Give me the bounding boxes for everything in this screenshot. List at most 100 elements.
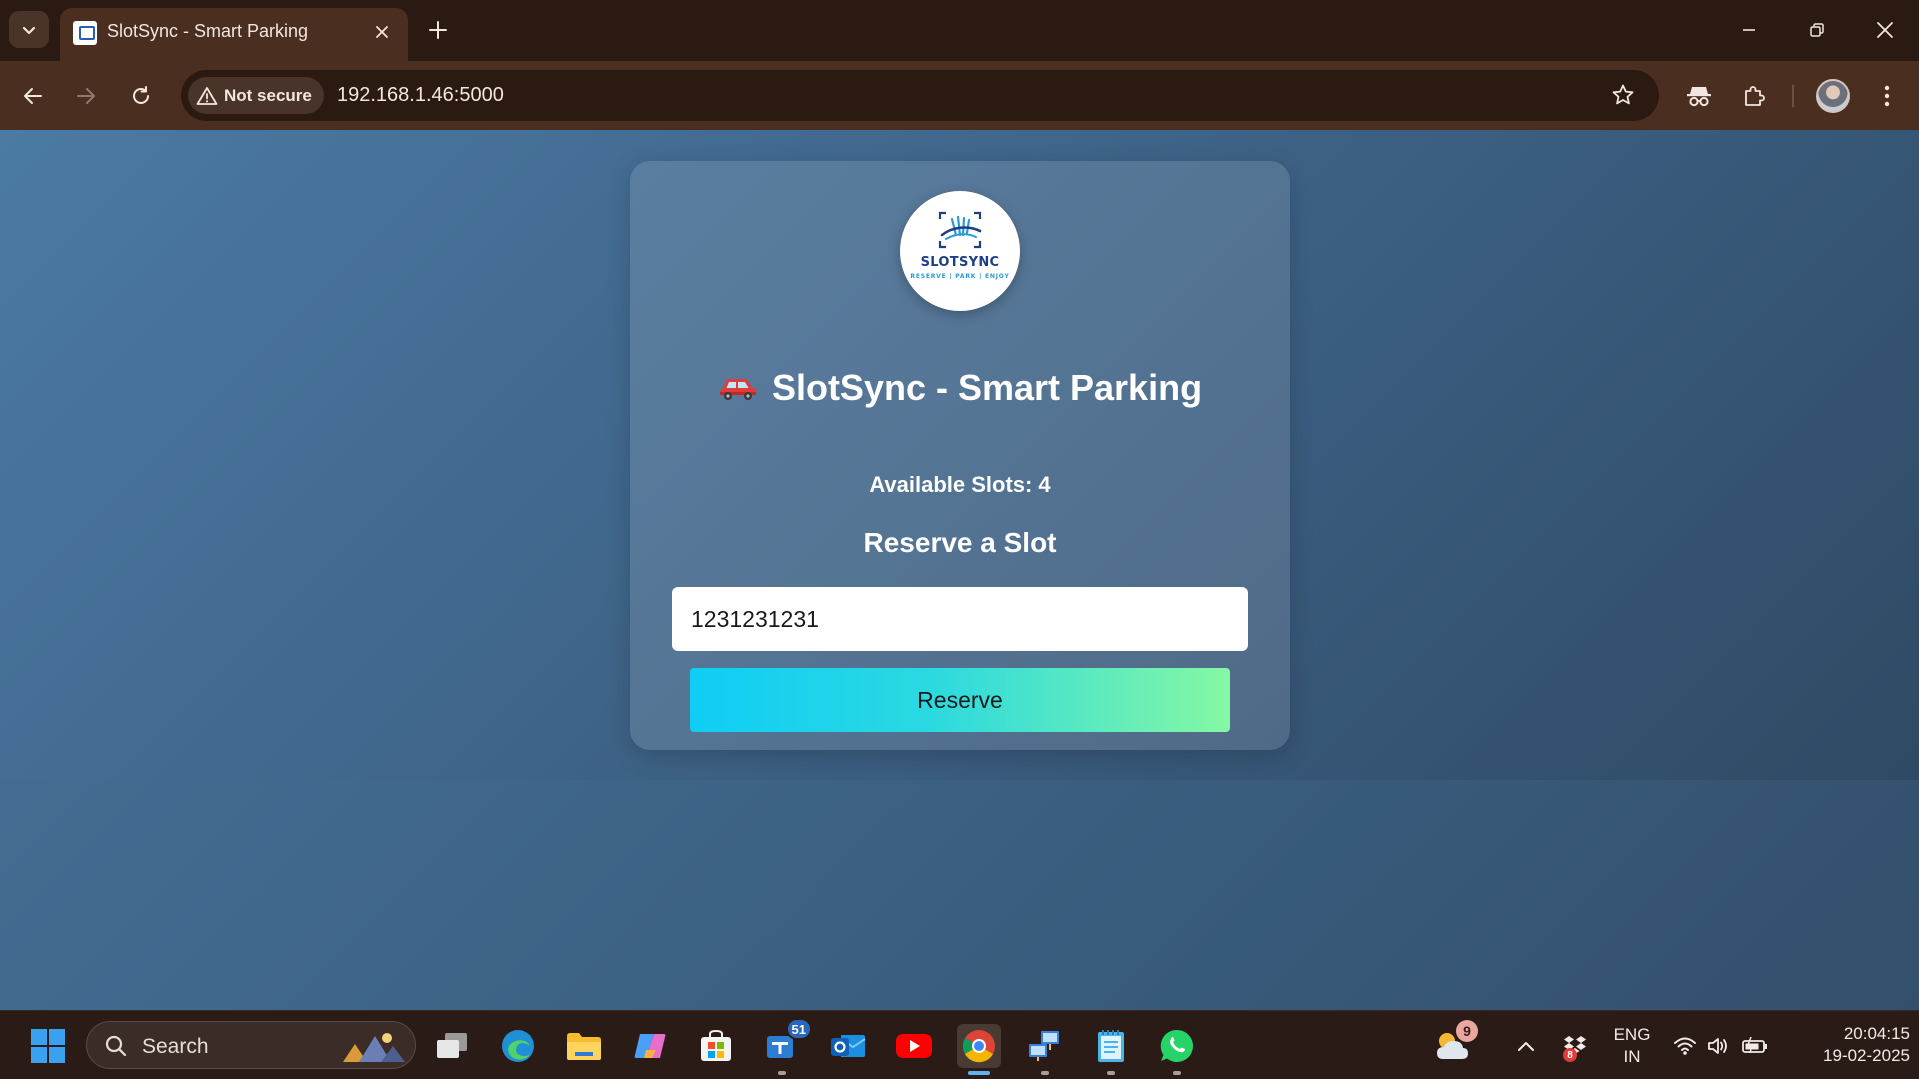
restore-icon [1810, 23, 1824, 37]
chevron-down-icon [22, 26, 36, 34]
reserve-button[interactable]: Reserve [690, 668, 1230, 732]
close-window-button[interactable] [1860, 10, 1910, 50]
tab-search-button[interactable] [9, 11, 49, 48]
browser-menu-button[interactable] [1868, 77, 1906, 115]
taskbar-file-explorer[interactable] [562, 1024, 606, 1068]
taskbar-chrome[interactable] [957, 1024, 1001, 1075]
edge-icon [502, 1030, 534, 1062]
running-indicator [1107, 1071, 1115, 1075]
weather-badge: 9 [1456, 1020, 1478, 1042]
region-label: IN [1623, 1047, 1641, 1066]
language-label: ENG [1613, 1025, 1651, 1044]
plus-icon [429, 21, 447, 39]
reserve-heading: Reserve a Slot [863, 527, 1057, 558]
active-indicator [968, 1071, 990, 1075]
clock[interactable]: 20:04:15 19-02-2025 [1790, 1023, 1910, 1067]
weather-widget[interactable]: 9 [1430, 1020, 1478, 1068]
taskbar-youtube[interactable] [892, 1024, 936, 1068]
notepad-icon [1098, 1030, 1124, 1062]
page-title-row: SlotSync - Smart Parking [630, 367, 1290, 409]
task-view-button[interactable] [430, 1024, 474, 1068]
more-vertical-icon [1884, 85, 1890, 107]
page-background: SLOTSYNC RESERVE | PARK | ENJOY SlotSync… [0, 130, 1919, 780]
page-viewport: SLOTSYNC RESERVE | PARK | ENJOY SlotSync… [0, 130, 1919, 1010]
taskbar-edge[interactable] [496, 1024, 540, 1068]
clock-date: 19-02-2025 [1823, 1046, 1910, 1065]
url-text[interactable]: 192.168.1.46:5000 [337, 84, 504, 107]
incognito-icon [1687, 87, 1711, 107]
language-indicator[interactable]: ENG IN [1604, 1024, 1660, 1068]
toolbar-separator [1792, 85, 1794, 107]
task-view-icon [437, 1033, 467, 1058]
restore-button[interactable] [1792, 10, 1842, 50]
youtube-icon [896, 1034, 932, 1058]
incognito-button[interactable] [1680, 77, 1718, 115]
tab-close-button[interactable] [370, 20, 394, 44]
taskbar-microsoft-store[interactable] [694, 1024, 738, 1068]
reload-icon [133, 86, 149, 104]
running-indicator [1041, 1071, 1049, 1075]
browser-tab-bar: SlotSync - Smart Parking [0, 0, 1919, 61]
clock-time: 20:04:15 [1843, 1024, 1910, 1043]
available-slots: Available Slots: 4 [630, 472, 1290, 498]
forward-button[interactable] [67, 77, 105, 115]
arrow-right-icon [77, 88, 95, 104]
show-hidden-icons-button[interactable] [1504, 1024, 1548, 1068]
tab-slotsync[interactable]: SlotSync - Smart Parking [60, 8, 408, 61]
taskbar-teams[interactable]: 51 [760, 1018, 812, 1075]
teams-badge: 51 [785, 1018, 812, 1040]
reload-button[interactable] [122, 77, 160, 115]
chevron-up-icon [1518, 1042, 1534, 1051]
available-slots-count: 4 [1038, 472, 1051, 497]
logo-mark-icon [938, 211, 982, 249]
taskbar-network-app[interactable] [1023, 1024, 1067, 1075]
browser-toolbar: Not secure 192.168.1.46:5000 [0, 61, 1919, 130]
arrow-left-icon [24, 88, 42, 104]
search-icon [105, 1035, 127, 1057]
chrome-icon [962, 1030, 995, 1063]
new-tab-button[interactable] [422, 14, 454, 46]
phone-number-input[interactable] [672, 587, 1248, 651]
running-indicator [1173, 1071, 1181, 1075]
tab-title: SlotSync - Smart Parking [107, 21, 309, 41]
battery-icon [1742, 1036, 1767, 1054]
taskbar-whatsapp[interactable] [1155, 1024, 1199, 1075]
copilot-icon [634, 1034, 666, 1058]
security-label: Not secure [224, 85, 312, 105]
taskbar-copilot[interactable] [628, 1024, 672, 1068]
puzzle-icon [1745, 86, 1765, 106]
site-favicon-icon [73, 21, 97, 45]
start-button[interactable] [26, 1024, 70, 1068]
close-icon [376, 26, 388, 38]
network-computer-icon [1029, 1031, 1059, 1061]
car-icon [719, 379, 756, 400]
address-bar[interactable]: Not secure 192.168.1.46:5000 [181, 70, 1659, 121]
extensions-button[interactable] [1735, 77, 1773, 115]
reservation-card: SLOTSYNC RESERVE | PARK | ENJOY SlotSync… [630, 161, 1290, 750]
dropbox-tray-button[interactable]: 8 [1553, 1024, 1597, 1068]
page-title: SlotSync - Smart Parking [771, 367, 1203, 408]
close-icon [1877, 22, 1893, 38]
bookmark-button[interactable] [1607, 79, 1639, 111]
taskbar-outlook[interactable] [826, 1024, 870, 1068]
profile-avatar[interactable] [1816, 79, 1850, 113]
site-info-chip[interactable]: Not secure [188, 77, 324, 114]
search-label: Search [142, 1035, 209, 1058]
wifi-icon [1674, 1037, 1696, 1055]
warning-icon [196, 86, 218, 105]
back-button[interactable] [14, 77, 52, 115]
slotsync-logo: SLOTSYNC RESERVE | PARK | ENJOY [900, 191, 1020, 311]
logo-name: SLOTSYNC [920, 255, 1000, 270]
minimize-icon [1743, 29, 1755, 31]
running-indicator [778, 1071, 786, 1075]
taskbar-notepad[interactable] [1089, 1024, 1133, 1075]
folder-icon [567, 1033, 601, 1060]
outlook-icon [831, 1035, 866, 1057]
minimize-button[interactable] [1724, 10, 1774, 50]
quick-settings-button[interactable] [1666, 1024, 1776, 1068]
search-highlight-icon [343, 1033, 405, 1062]
available-slots-label: Available Slots: [869, 472, 1033, 497]
taskbar-search[interactable]: Search [86, 1021, 416, 1069]
star-icon [1612, 84, 1634, 105]
whatsapp-icon [1160, 1029, 1193, 1062]
